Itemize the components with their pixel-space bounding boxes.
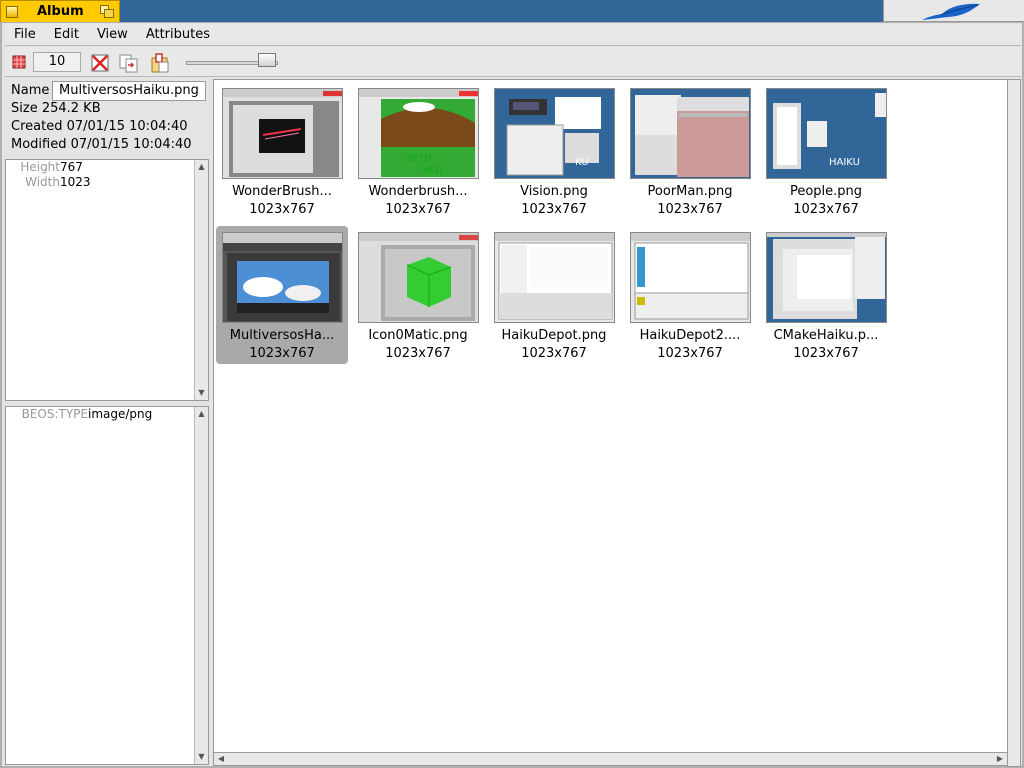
thumbnail-item[interactable]: PoorMan.png 1023x767 [624, 82, 756, 220]
grid-vertical-scrollbar[interactable] [1007, 79, 1021, 767]
thumbnail-image[interactable]: NOTIF HAIL [358, 88, 479, 179]
svg-text:KU: KU [575, 157, 589, 168]
thumbnail-dimensions: 1023x767 [793, 346, 859, 361]
thumbnail-item[interactable]: HAIKU People.png 1023x767 [760, 82, 892, 220]
menu-attributes[interactable]: Attributes [137, 24, 219, 45]
thumbnail-item[interactable]: HaikuDepot2.... 1023x767 [624, 226, 756, 364]
attr-value: 767 [60, 160, 83, 174]
thumbnail-filename: MultiversosHa... [229, 328, 335, 343]
file-attributes-list[interactable]: BEOS:TYPEimage/png ▲ ▼ [5, 406, 209, 765]
thumbnail-dimensions: 1023x767 [793, 202, 859, 217]
menu-bar: File Edit View Attributes [5, 24, 1021, 46]
size-label: Size 254.2 KB [11, 101, 101, 116]
thumbnail-dimensions: 1023x767 [385, 346, 451, 361]
thumbnail-image[interactable] [358, 232, 479, 323]
scroll-down-icon[interactable]: ▼ [195, 386, 208, 400]
thumbnail-image[interactable] [630, 232, 751, 323]
thumbnail-dimensions: 1023x767 [657, 202, 723, 217]
thumbnail-filename: Icon0Matic.png [368, 328, 468, 343]
thumbnail-item[interactable]: Icon0Matic.png 1023x767 [352, 226, 484, 364]
thumbnail-dimensions: 1023x767 [249, 202, 315, 217]
window-title: Album [37, 4, 84, 19]
svg-text:HAIL: HAIL [423, 166, 445, 176]
vertical-scrollbar[interactable]: ▲ ▼ [194, 407, 208, 764]
attr-key: Height [20, 160, 60, 174]
album-window: File Edit View Attributes 10 Name Multiv… [0, 22, 1024, 768]
image-attributes-list[interactable]: Height767 Width1023 ▲ ▼ [5, 159, 209, 401]
thumbnail-dimensions: 1023x767 [657, 346, 723, 361]
thumbnail-item[interactable]: HaikuDepot.png 1023x767 [488, 226, 620, 364]
slider-thumb[interactable] [258, 53, 276, 67]
menu-edit[interactable]: Edit [45, 24, 88, 45]
thumbnail-grid[interactable]: WonderBrush... 1023x767 NOTIF HAIL Wonderbru… [213, 79, 1008, 753]
thumbnail-dimensions: 1023x767 [249, 346, 315, 361]
thumbnail-filename: Wonderbrush... [368, 184, 468, 199]
scroll-right-icon[interactable]: ▶ [993, 753, 1007, 765]
paste-icon[interactable] [149, 52, 171, 74]
svg-text:HAIKU: HAIKU [829, 157, 860, 168]
svg-text:NOTIF: NOTIF [407, 154, 434, 164]
thumbnail-item[interactable]: WonderBrush... 1023x767 [216, 82, 348, 220]
vertical-scrollbar[interactable]: ▲ ▼ [194, 160, 208, 400]
thumbnail-dimensions: 1023x767 [385, 202, 451, 217]
grid-horizontal-scrollbar[interactable]: ◀ ▶ [213, 752, 1008, 766]
copy-icon[interactable] [118, 53, 140, 73]
thumbnail-item[interactable]: CMakeHaiku.p... 1023x767 [760, 226, 892, 364]
delete-icon[interactable] [90, 53, 110, 73]
thumbnail-image[interactable] [494, 232, 615, 323]
thumbnail-filename: PoorMan.png [647, 184, 733, 199]
window-tab[interactable]: Album [0, 0, 120, 22]
attr-value: 1023 [60, 175, 91, 189]
scroll-up-icon[interactable]: ▲ [195, 407, 208, 421]
close-box-icon[interactable] [6, 6, 18, 18]
attr-height: Height767 [10, 160, 83, 174]
zoom-box-icon[interactable] [100, 5, 114, 18]
thumbnail-item[interactable]: KU Vision.png 1023x767 [488, 82, 620, 220]
thumbnail-filename: Vision.png [520, 184, 588, 199]
thumbnail-image[interactable] [766, 232, 887, 323]
thumbnail-filename: HaikuDepot.png [501, 328, 607, 343]
thumbnail-filename: WonderBrush... [232, 184, 332, 199]
thumbnail-filename: People.png [789, 184, 863, 199]
toolbar: 10 [5, 47, 1021, 77]
scroll-down-icon[interactable]: ▼ [195, 750, 208, 764]
thumbnail-image[interactable]: KU [494, 88, 615, 179]
scroll-up-icon[interactable]: ▲ [195, 160, 208, 174]
thumbnail-image[interactable] [222, 232, 343, 323]
attr-value: image/png [88, 407, 153, 421]
thumbnail-image[interactable] [222, 88, 343, 179]
scroll-left-icon[interactable]: ◀ [214, 753, 228, 765]
thumbnail-image[interactable]: HAIKU [766, 88, 887, 179]
deskbar[interactable] [883, 0, 1024, 22]
menu-view[interactable]: View [88, 24, 137, 45]
modified-label: Modified 07/01/15 10:04:40 [11, 137, 192, 152]
thumbnail-filename: CMakeHaiku.p... [773, 328, 879, 343]
thumbnail-item[interactable]: NOTIF HAIL Wonderbrush... 1023x767 [352, 82, 484, 220]
thumbnail-item[interactable]: MultiversosHa... 1023x767 [216, 226, 348, 364]
thumbnail-image[interactable] [630, 88, 751, 179]
attr-mime-type: BEOS:TYPEimage/png [10, 407, 153, 421]
thumbnail-filename: HaikuDepot2.... [639, 328, 741, 343]
file-info-panel: Name MultiversosHaiku.png Size 254.2 KB … [5, 79, 209, 157]
thumbnail-dimensions: 1023x767 [521, 202, 587, 217]
haiku-leaf-icon[interactable] [920, 2, 984, 22]
attr-key: BEOS:TYPE [21, 407, 88, 421]
thumbnail-dimensions: 1023x767 [521, 346, 587, 361]
name-label: Name [11, 83, 50, 98]
name-field[interactable]: MultiversosHaiku.png [52, 81, 206, 101]
stop-icon[interactable] [11, 54, 27, 70]
zoom-level-field[interactable]: 10 [33, 52, 81, 72]
menu-file[interactable]: File [5, 24, 45, 45]
attr-width: Width1023 [10, 175, 91, 189]
attr-key: Width [25, 175, 60, 189]
created-label: Created 07/01/15 10:04:40 [11, 119, 188, 134]
